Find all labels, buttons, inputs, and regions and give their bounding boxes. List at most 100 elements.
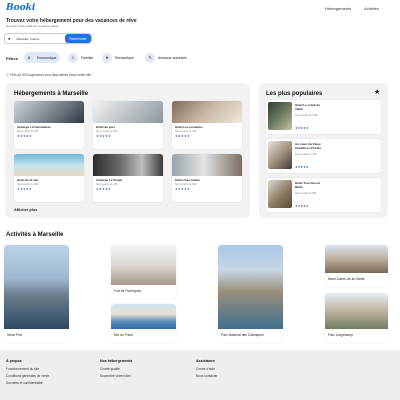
activity-card[interactable]: Parc National des Calanques [218, 245, 283, 343]
activity-label: Parc Longchamp [328, 333, 353, 337]
card-title: Auberge Le Panier [96, 178, 123, 182]
popular-title: Les plus populaires [266, 91, 323, 97]
search-bar: ● Marseille, France Rechercher [4, 33, 92, 44]
card-stars: ★★★★★ [96, 134, 111, 138]
activity-card[interactable]: Notre-Dame-de-la-Garde [325, 245, 388, 287]
accommodations-title: Hébergements à Marseille [14, 91, 89, 97]
accommodation-card[interactable]: Hôtel chez Amine Nuit à partir de 96€ ★★… [172, 154, 242, 202]
card-image [172, 154, 242, 176]
show-more-link[interactable]: Afficher plus [14, 208, 37, 212]
search-button[interactable]: Rechercher [65, 34, 91, 43]
card-title: Hôtel de la mer [17, 178, 39, 182]
card-title: Hôtel Le soleil du matin [295, 103, 320, 111]
activity-image [218, 245, 283, 329]
filter-label: Romantique [115, 55, 134, 60]
accommodation-card[interactable]: Auberge Le Panier Nuit à partir de 23€ ★… [93, 154, 163, 202]
card-stars: ★★★★★ [295, 126, 309, 130]
child-icon: ☺ [68, 52, 78, 63]
filter-familial[interactable]: ☺ Familial [68, 52, 93, 63]
heart-icon: ♥ [102, 52, 112, 63]
card-title: Hôtel du port [96, 125, 115, 129]
footer-link[interactable]: Nous contacter [196, 374, 217, 378]
trend-icon: ★ [374, 89, 381, 96]
activity-label: Fort de Pomègues [114, 289, 142, 293]
filter-label: Animaux autorisés [158, 55, 187, 60]
card-price: Nuit à partir de 71€ [295, 153, 317, 156]
card-price: Nuit à partir de 23€ [96, 183, 118, 186]
search-input[interactable]: Marseille, France [16, 37, 65, 41]
activity-card[interactable]: Parc Longchamp [325, 293, 388, 343]
card-price: Nuit à partir de 76€ [175, 130, 197, 133]
footer-link[interactable]: Charte qualité [100, 367, 120, 371]
card-image [14, 101, 84, 123]
info-text: ⓘ Plus de 500 logements sont disponibles… [6, 72, 91, 77]
activity-image [4, 245, 69, 329]
activity-image [325, 293, 388, 329]
footer-link[interactable]: Soumettre votre hôtel [100, 374, 130, 378]
activity-card[interactable]: Vieux Port [4, 245, 69, 343]
card-stars: ★★★★★ [295, 165, 309, 169]
activity-label: Notre-Dame-de-la-Garde [328, 277, 365, 281]
info-label: Plus de 500 logements sont disponibles d… [10, 73, 92, 77]
card-stars: ★★★★★ [96, 187, 111, 191]
card-image [14, 154, 84, 176]
card-title: Hôtel Tout bleu et Blanc [295, 181, 321, 189]
activity-card[interactable]: Fort de Pomègues [111, 245, 176, 299]
card-stars: ★★★★★ [175, 187, 190, 191]
accommodation-card[interactable]: Hôtel de la mer Nuit à partir de 46€ ★★★… [14, 154, 84, 202]
popular-card[interactable]: Hôtel Le soleil du matin Nuit à partir d… [266, 100, 381, 134]
footer-link[interactable]: Fonctionnement du site [6, 367, 39, 371]
card-stars: ★★★★★ [17, 134, 32, 138]
card-image [268, 141, 292, 169]
footer-heading-assistance: Assistance [196, 359, 215, 363]
card-price: Nuit à partir de 96€ [175, 183, 197, 186]
activity-image [111, 245, 176, 285]
footer-link[interactable]: Données et confidentialité [6, 381, 43, 385]
dog-icon: ✎ [145, 52, 155, 63]
money-icon: $ [24, 52, 34, 63]
popular-card[interactable]: Au cœur du Vieux Chambres d'hôtes Nuit à… [266, 139, 381, 173]
card-image [93, 154, 163, 176]
card-price: Nuit à partir de 46€ [17, 183, 39, 186]
footer-heading-hebergements: Nos hébergements [100, 359, 133, 363]
card-stars: ★★★★★ [17, 187, 32, 191]
hero-subtitle: En plein centre-ville ou en pleine natur… [6, 24, 59, 28]
card-price: Nuit à partir de 68€ [295, 192, 317, 195]
footer-heading-a-propos: À propos [6, 359, 22, 363]
accommodation-card[interactable]: Hôtel du port Nuit à partir de 52€ ★★★★★ [93, 101, 163, 149]
footer-link[interactable]: Centre d'aide [196, 367, 215, 371]
popular-card[interactable]: Hôtel Tout bleu et Blanc Nuit à partir d… [266, 178, 381, 212]
card-title: Hôtel chez Amine [175, 178, 200, 182]
filter-romantique[interactable]: ♥ Romantique [102, 52, 134, 63]
card-price: Nuit à partir de 128€ [295, 114, 318, 117]
card-price: Nuit à partir de 25€ [17, 130, 39, 133]
location-pin-icon: ● [8, 36, 11, 41]
card-image [268, 180, 292, 208]
activity-card[interactable]: Îles du Frioul [111, 304, 176, 343]
card-stars: ★★★★★ [295, 204, 309, 208]
card-image [172, 101, 242, 123]
activity-label: Îles du Frioul [114, 333, 133, 337]
booki-logo[interactable]: Booki [6, 3, 35, 13]
footer-link[interactable]: Conditions générales de vente [6, 374, 49, 378]
accommodation-card[interactable]: Auberge La Cannebière Nuit à partir de 2… [14, 101, 84, 149]
accommodation-card[interactable]: Hôtel Les mouettes Nuit à partir de 76€ … [172, 101, 242, 149]
info-icon: ⓘ [6, 73, 10, 77]
activity-image [325, 245, 388, 273]
activity-label: Vieux Port [7, 333, 23, 337]
nav-link-hebergements[interactable]: Hébergements [325, 6, 351, 11]
activity-image [111, 304, 176, 329]
card-image [93, 101, 163, 123]
filter-economique[interactable]: $ Économique [24, 52, 61, 63]
filters-label: Filtres [6, 56, 19, 61]
filter-label: Familial [81, 55, 94, 60]
card-image [268, 102, 292, 130]
activity-label: Parc National des Calanques [221, 333, 264, 337]
card-title: Hôtel Les mouettes [175, 125, 203, 129]
nav-link-activites[interactable]: Activités [364, 6, 379, 11]
card-title: Au cœur du Vieux Chambres d'hôtes [295, 142, 322, 150]
filter-animaux[interactable]: ✎ Animaux autorisés [145, 52, 187, 63]
activities-title: Activités à Marseille [6, 232, 64, 238]
card-price: Nuit à partir de 52€ [96, 130, 118, 133]
card-title: Auberge La Cannebière [17, 125, 51, 129]
